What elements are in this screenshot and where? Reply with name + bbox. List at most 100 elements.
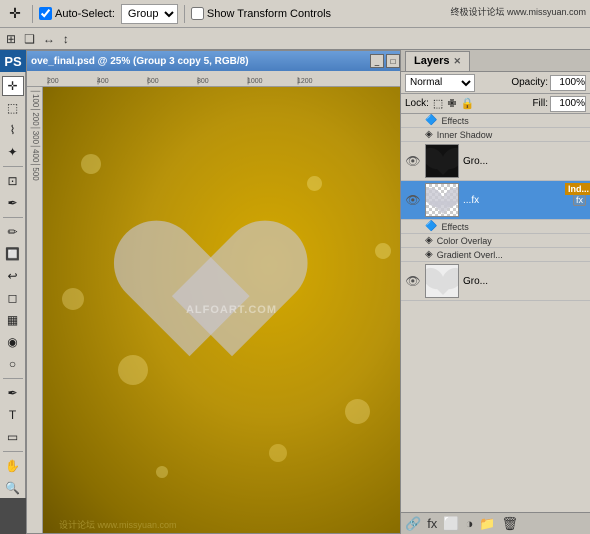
move-tool[interactable]: ✛ <box>2 76 24 96</box>
ruler-v-text: │100│200│300│400│500 <box>29 87 42 183</box>
ruler-mark-1200: 1200 <box>297 78 347 85</box>
lock-pixels-icon[interactable]: ⬚ <box>433 97 443 110</box>
auto-select-label: Auto-Select: <box>39 7 115 20</box>
layers-tab[interactable]: Layers ✕ <box>405 51 470 71</box>
layer-visibility-selected[interactable]: 👁 <box>405 192 421 208</box>
eyedropper-tool[interactable]: ✒ <box>2 193 24 213</box>
lasso-tool[interactable]: ⌇ <box>2 120 24 140</box>
transform-icon-2[interactable]: ❑ <box>22 32 37 46</box>
canvas-watermark-bottom: 设计论坛 www.missyuan.com <box>59 518 177 531</box>
link-layers-icon[interactable]: 🔗 <box>405 516 421 532</box>
layer-visibility-dark[interactable]: 👁 <box>405 153 421 169</box>
lock-label: Lock: <box>405 98 429 109</box>
layers-lock-row: Lock: ⬚ ✙ 🔒 Fill: <box>401 94 590 114</box>
effects-header-2-icon: 🔷 <box>425 221 437 232</box>
layers-controls: Normal Opacity: <box>401 72 590 94</box>
blur-tool[interactable]: ◉ <box>2 332 24 352</box>
transform-checkbox[interactable] <box>191 7 204 20</box>
top-toolbar: ✛ Auto-Select: Group Show Transform Cont… <box>0 0 590 28</box>
lock-position-icon[interactable]: ✙ <box>447 97 456 110</box>
pen-tool[interactable]: ✒ <box>2 383 24 403</box>
new-group-icon[interactable]: 📁 <box>479 516 495 532</box>
opacity-control: Opacity: <box>511 75 586 91</box>
layer-item-white-heart[interactable]: 👁 Gro... <box>401 262 590 301</box>
gradient-overlay-item[interactable]: ◈ Gradient Overl... <box>401 248 590 262</box>
ruler-mark-200: 200 <box>47 78 97 85</box>
canvas-wrapper: ove_final.psd @ 25% (Group 3 copy 5, RGB… <box>26 50 590 534</box>
layer-row-selected: 👁 ...fx fx <box>405 183 586 217</box>
effects-header-icon: 🔷 <box>425 115 437 126</box>
layers-tab-close-icon[interactable]: ✕ <box>453 56 461 67</box>
move-tool-icon[interactable]: ✛ <box>4 3 26 25</box>
text-tool[interactable]: T <box>2 405 24 425</box>
ruler-mark-1000: 1000 <box>247 78 297 85</box>
dodge-tool[interactable]: ○ <box>2 354 24 374</box>
canvas-titlebar: ove_final.psd @ 25% (Group 3 copy 5, RGB… <box>27 51 420 71</box>
lt-sep-1 <box>3 166 23 167</box>
fill-control: Fill: <box>532 96 586 112</box>
watermark-top: 终极设计论坛 www.missyuan.com <box>450 5 586 18</box>
opacity-label: Opacity: <box>511 77 548 88</box>
layer-name-white: Gro... <box>463 276 586 287</box>
blend-mode-select[interactable]: Normal <box>405 74 475 92</box>
inner-shadow-item[interactable]: ◈ Inner Shadow <box>401 128 590 142</box>
lt-sep-4 <box>3 451 23 452</box>
transform-label: Show Transform Controls <box>191 7 331 20</box>
history-brush-tool[interactable]: ↩ <box>2 266 24 286</box>
gradient-tool[interactable]: ▦ <box>2 310 24 330</box>
color-overlay-item[interactable]: ◈ Color Overlay <box>401 234 590 248</box>
ruler-vertical: │100│200│300│400│500 <box>27 87 43 533</box>
lock-all-icon[interactable]: 🔒 <box>461 97 475 110</box>
transform-icon-3[interactable]: ↔ <box>41 32 57 46</box>
opacity-input[interactable] <box>550 75 586 91</box>
layer-item-selected[interactable]: 👁 ...fx fx Ind... <box>401 181 590 220</box>
layer-row-white: 👁 Gro... <box>405 264 586 298</box>
minimize-button[interactable]: _ <box>370 54 384 68</box>
heart-shape <box>147 225 317 378</box>
layer-thumb-white <box>425 264 459 298</box>
layer-row-dark: 👁 Gro... <box>405 144 586 178</box>
add-adjustment-icon[interactable]: ◑ <box>466 516 474 531</box>
brush-tool[interactable]: ✏ <box>2 222 24 242</box>
layer-item-dark-heart[interactable]: 👁 Gro... <box>401 142 590 181</box>
zoom-tool[interactable]: 🔍 <box>2 478 24 498</box>
maximize-button[interactable]: □ <box>386 54 400 68</box>
canvas-window: ove_final.psd @ 25% (Group 3 copy 5, RGB… <box>26 50 421 534</box>
effects-header-2: 🔷 Effects <box>401 220 590 234</box>
group-select[interactable]: Group <box>121 4 178 24</box>
eraser-tool[interactable]: ◻ <box>2 288 24 308</box>
auto-select-text: Auto-Select: <box>55 8 115 20</box>
inner-shadow-text: Inner Shadow <box>437 130 493 140</box>
marquee-tool[interactable]: ⬚ <box>2 98 24 118</box>
add-style-icon[interactable]: fx <box>427 516 437 531</box>
layer-thumb-selected <box>425 183 459 217</box>
ruler-mark-400: 400 <box>97 78 147 85</box>
shape-tool[interactable]: ▭ <box>2 427 24 447</box>
bokeh-2 <box>118 355 148 385</box>
ruler-horizontal: 200 400 600 800 1000 1200 <box>27 71 420 87</box>
delete-layer-icon[interactable]: 🗑 <box>502 516 519 532</box>
stamp-tool[interactable]: 🔲 <box>2 244 24 264</box>
bokeh-7 <box>62 288 84 310</box>
main-area: PS ✛ ⬚ ⌇ ✦ ⊡ ✒ ✏ 🔲 ↩ ◻ ▦ ◉ ○ ✒ T ▭ ✋ 🔍 <box>0 50 590 534</box>
layer-name-selected: ...fx <box>463 195 569 206</box>
bokeh-8 <box>375 243 391 259</box>
auto-select-checkbox[interactable] <box>39 7 52 20</box>
options-toolbar: ⊞ ❑ ↔ ↕ <box>0 28 590 50</box>
heart-canvas: ALFOART.COM 设计论坛 www.missyuan.com <box>43 87 420 533</box>
hand-tool[interactable]: ✋ <box>2 456 24 476</box>
layers-list[interactable]: 🔷 Effects ◈ Inner Shadow 👁 <box>401 114 590 512</box>
add-mask-icon[interactable]: ⬜ <box>443 516 459 532</box>
transform-icon-4[interactable]: ↕ <box>61 32 71 46</box>
bokeh-6 <box>156 466 168 478</box>
canvas-image-area[interactable]: ALFOART.COM 设计论坛 www.missyuan.com <box>43 87 420 533</box>
canvas-title: ove_final.psd @ 25% (Group 3 copy 5, RGB… <box>31 56 249 67</box>
layer-visibility-white[interactable]: 👁 <box>405 273 421 289</box>
transform-text: Show Transform Controls <box>207 8 331 20</box>
crop-tool[interactable]: ⊡ <box>2 171 24 191</box>
fill-input[interactable] <box>550 96 586 112</box>
magic-wand-tool[interactable]: ✦ <box>2 142 24 162</box>
transform-icon-1[interactable]: ⊞ <box>4 32 18 46</box>
layers-bottom-bar: 🔗 fx ⬜ ◑ 📁 🗑 <box>401 512 590 534</box>
ruler-marks-h: 200 400 600 800 1000 1200 <box>27 71 347 85</box>
